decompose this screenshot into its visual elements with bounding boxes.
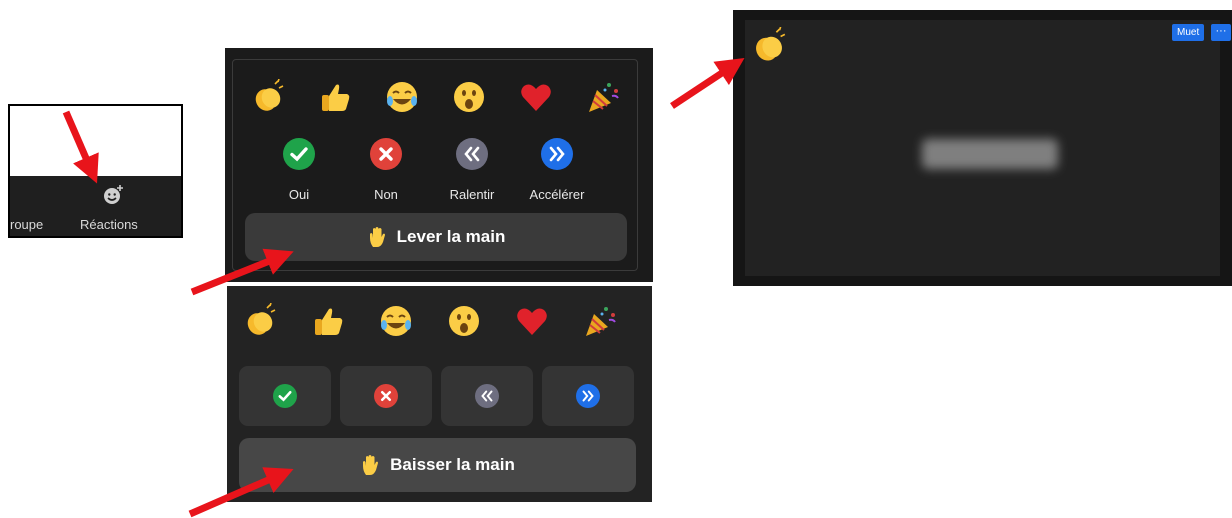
arrow-to-lower-hand	[188, 467, 294, 518]
annotation-arrows	[62, 58, 745, 518]
arrow-to-reactions	[62, 110, 99, 184]
arrow-to-video-reaction	[670, 58, 745, 109]
arrow-to-raise-hand	[190, 248, 294, 296]
